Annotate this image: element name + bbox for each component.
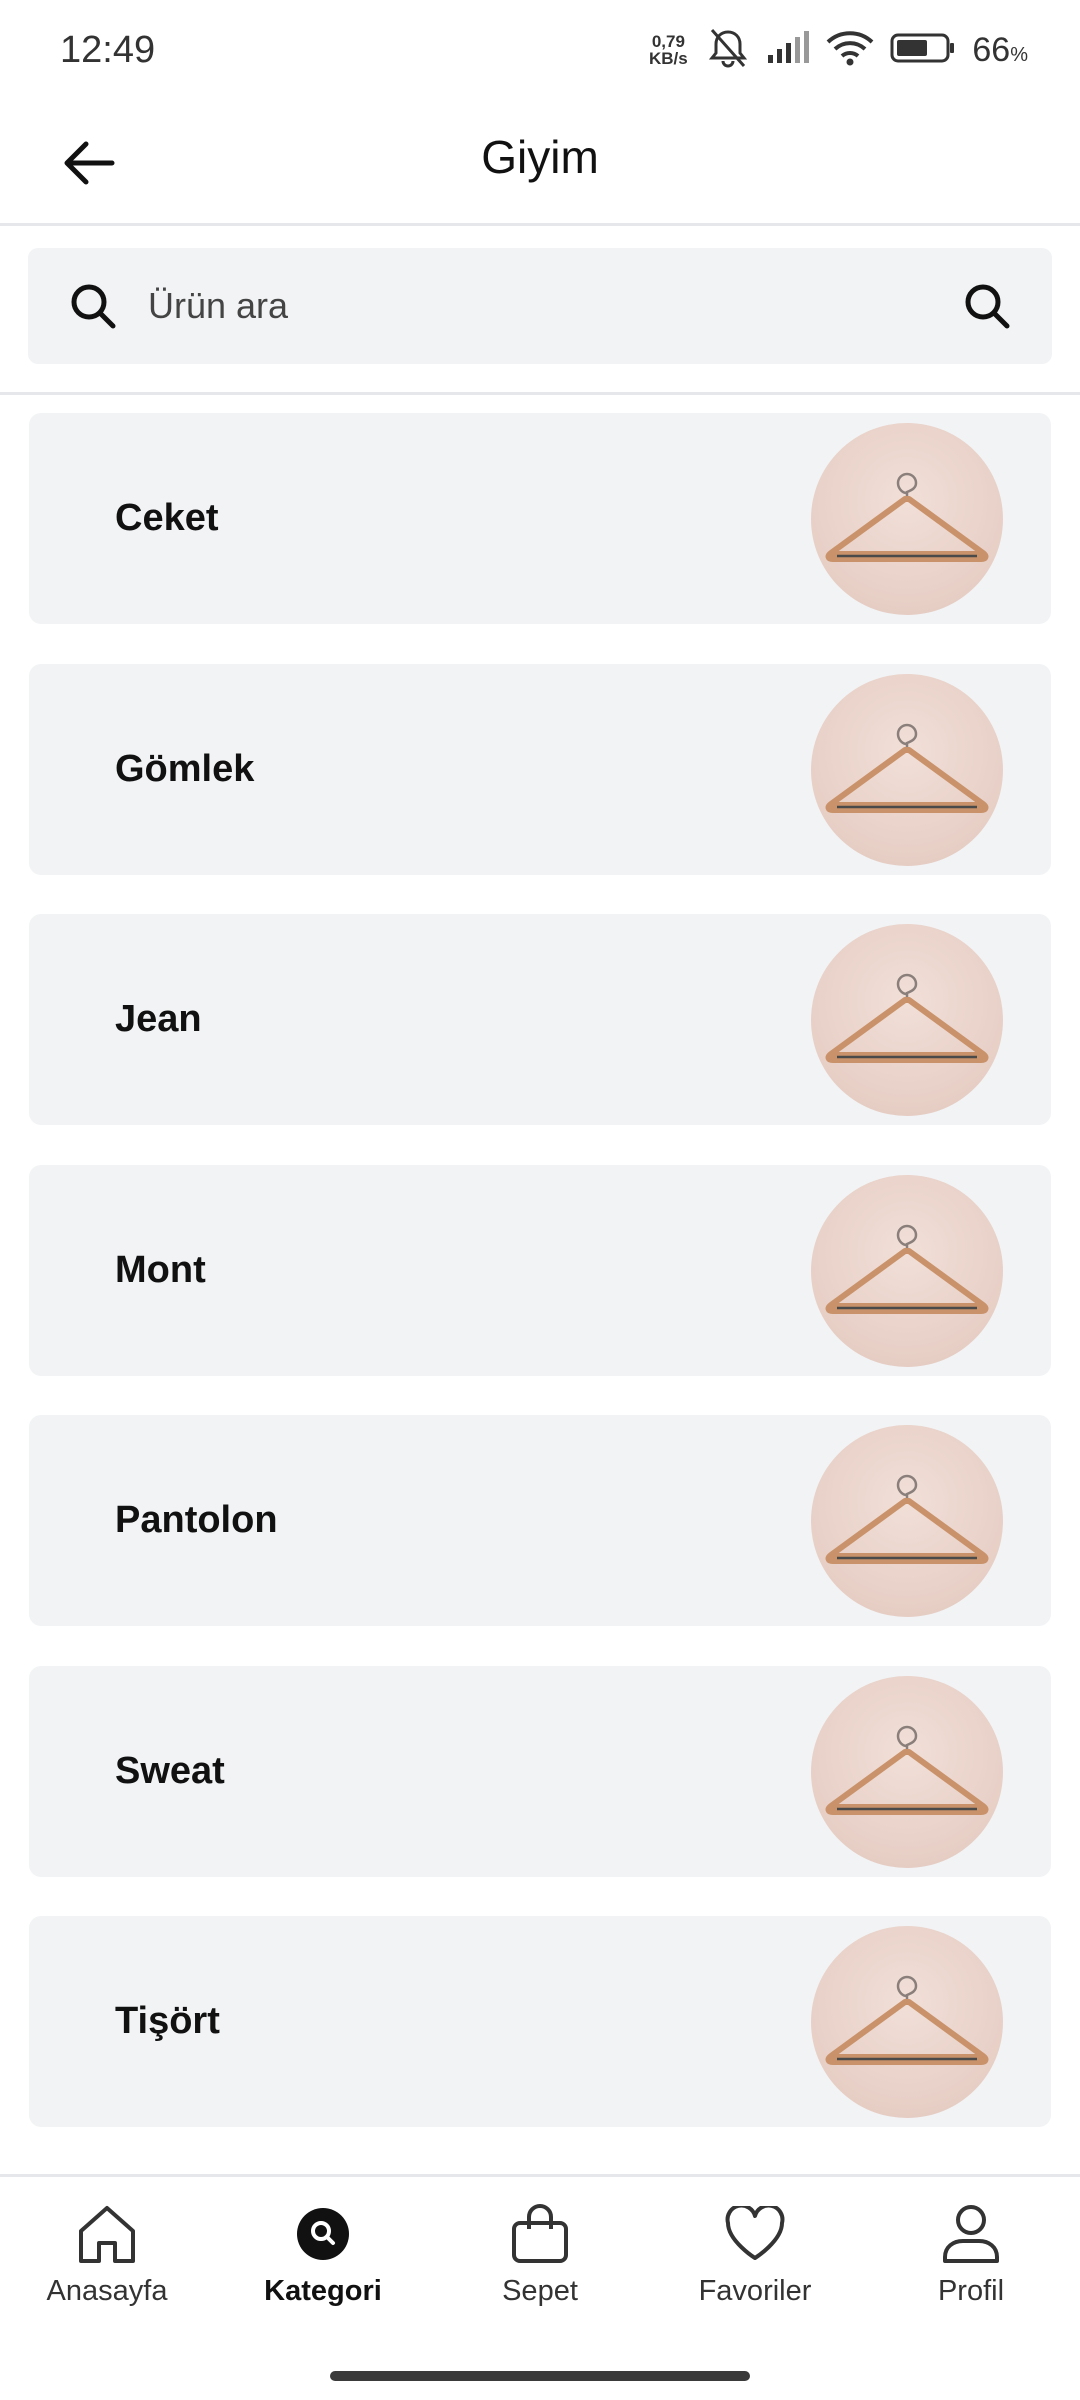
search-bar[interactable] <box>28 248 1052 364</box>
home-icon <box>74 2201 140 2267</box>
network-speed-unit: KB/s <box>649 49 688 68</box>
category-label: Gömlek <box>115 748 255 790</box>
battery-percent: 66% <box>972 31 1028 70</box>
bag-icon <box>507 2201 573 2267</box>
mute-bell-icon <box>706 28 750 73</box>
heart-icon <box>722 2201 788 2267</box>
nav-item-cart[interactable]: Sepet <box>450 2201 630 2321</box>
signal-icon <box>766 30 810 70</box>
hanger-image <box>811 423 1003 615</box>
category-item-sweat[interactable]: Sweat <box>29 1666 1051 1877</box>
category-label: Tişört <box>115 2000 220 2042</box>
user-icon <box>938 2201 1004 2267</box>
network-speed: 0,79 KB/s <box>646 33 690 67</box>
page-title: Giyim <box>481 131 599 183</box>
nav-item-home[interactable]: Anasayfa <box>17 2201 197 2321</box>
category-item-ceket[interactable]: Ceket <box>29 413 1051 624</box>
hanger-image <box>811 1676 1003 1868</box>
category-label: Pantolon <box>115 1499 278 1541</box>
search-submit-icon[interactable] <box>962 281 1012 331</box>
nav-label: Anasayfa <box>46 2275 168 2307</box>
nav-item-category[interactable]: Kategori <box>233 2201 413 2321</box>
nav-label: Favoriler <box>698 2275 812 2307</box>
hanger-image <box>811 1175 1003 1367</box>
bottom-nav: Anasayfa Kategori Sepet Favoriler Profil <box>0 2174 1080 2400</box>
app-header: Giyim <box>0 100 1080 226</box>
status-time: 12:49 <box>60 28 156 71</box>
battery-icon <box>890 32 956 69</box>
nav-item-favorites[interactable]: Favoriler <box>665 2201 845 2321</box>
category-label: Sweat <box>115 1750 225 1792</box>
nav-label: Profil <box>937 2275 1005 2307</box>
category-item-pantolon[interactable]: Pantolon <box>29 1415 1051 1626</box>
category-label: Jean <box>115 998 202 1040</box>
category-search-icon <box>290 2201 356 2267</box>
wifi-icon <box>826 30 874 71</box>
category-label: Ceket <box>115 497 219 539</box>
search-icon <box>71 284 116 329</box>
search-input[interactable] <box>148 276 948 336</box>
home-indicator[interactable] <box>330 2371 750 2381</box>
nav-label: Sepet <box>502 2275 578 2307</box>
hanger-image <box>811 674 1003 866</box>
status-icons: 0,79 KB/s 66% <box>646 28 1028 73</box>
category-item-jean[interactable]: Jean <box>29 914 1051 1125</box>
status-bar: 12:49 0,79 KB/s 66% <box>0 0 1080 100</box>
hanger-image <box>811 1926 1003 2118</box>
category-item-tisort[interactable]: Tişört <box>29 1916 1051 2127</box>
hanger-image <box>811 924 1003 1116</box>
nav-label: Kategori <box>264 2275 382 2307</box>
category-label: Mont <box>115 1249 206 1291</box>
battery-percent-suffix: % <box>1010 43 1028 66</box>
search-section <box>0 229 1080 395</box>
hanger-image <box>811 1425 1003 1617</box>
nav-item-profile[interactable]: Profil <box>881 2201 1061 2321</box>
category-item-gomlek[interactable]: Gömlek <box>29 664 1051 875</box>
network-speed-value: 0,79 <box>651 32 685 51</box>
category-item-mont[interactable]: Mont <box>29 1165 1051 1376</box>
battery-percent-value: 66 <box>972 30 1011 69</box>
